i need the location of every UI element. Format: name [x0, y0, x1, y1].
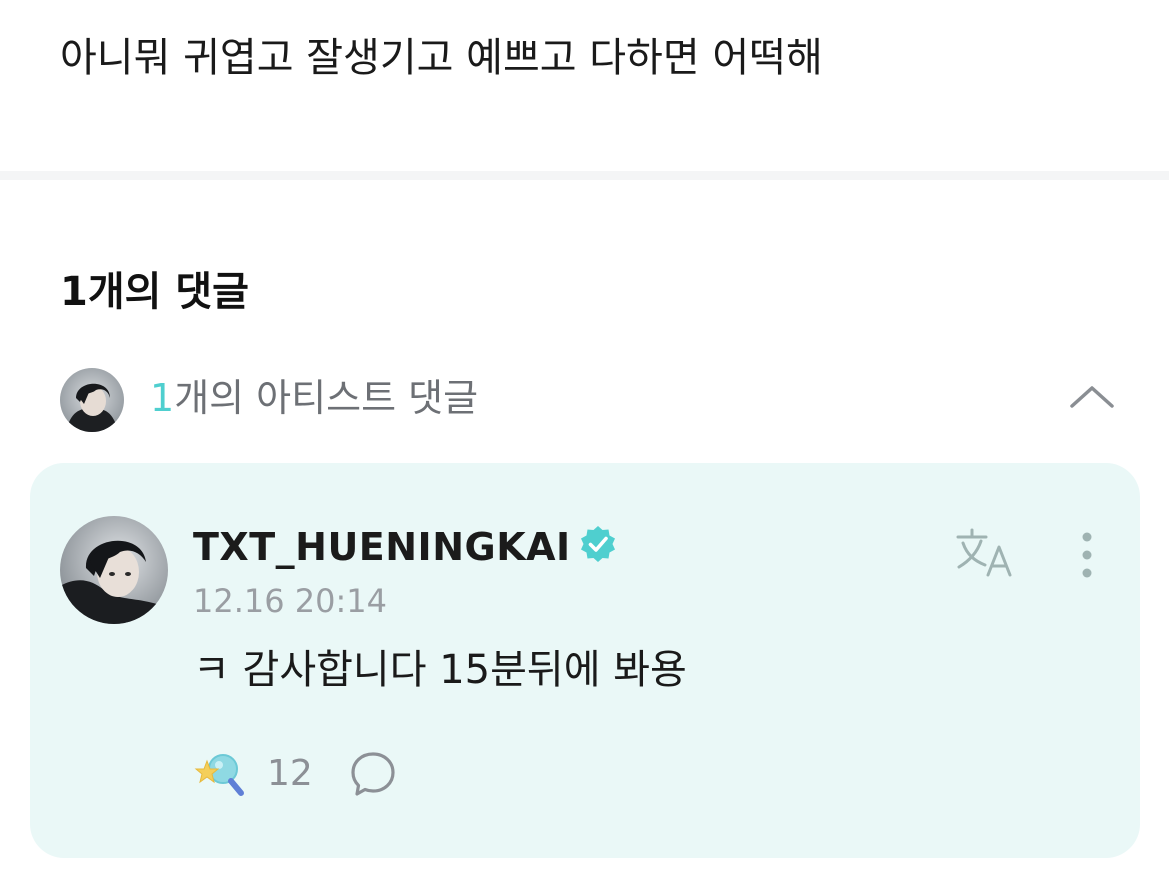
cheer-light-stick-icon[interactable] — [193, 747, 247, 801]
more-vertical-icon[interactable] — [1070, 529, 1104, 583]
translate-icon[interactable] — [955, 527, 1017, 579]
section-divider — [0, 171, 1169, 180]
author-avatar[interactable] — [60, 516, 168, 624]
verified-badge-icon — [578, 524, 618, 564]
post-body-text: 아니뭐 귀엽고 잘생기고 예쁘고 다하면 어떡해 — [60, 35, 823, 81]
chevron-up-icon[interactable] — [1064, 376, 1120, 416]
comment-text: ㅋ 감사합니다 15분뒤에 봐용 — [193, 647, 687, 693]
reaction-count: 12 — [267, 753, 313, 794]
comments-heading: 1개의 댓글 — [60, 269, 249, 315]
artist-comments-count-label: 1개의 아티스트 댓글 — [150, 369, 478, 427]
author-line: TXT_HUENINGKAI — [193, 517, 618, 577]
artist-avatar — [60, 368, 124, 432]
author-name[interactable]: TXT_HUENINGKAI — [193, 525, 571, 569]
reply-bubble-icon[interactable] — [348, 749, 398, 799]
artist-comment-label: 개의 아티스트 댓글 — [174, 376, 479, 420]
artist-comments-toggle[interactable]: 1개의 아티스트 댓글 — [60, 366, 1120, 432]
artist-comment-count: 1 — [150, 376, 175, 420]
comment-timestamp: 12.16 20:14 — [193, 582, 387, 620]
artist-comment-card: TXT_HUENINGKAI 12.16 20:14 ㅋ 감사합니다 15분뒤에… — [30, 463, 1140, 858]
